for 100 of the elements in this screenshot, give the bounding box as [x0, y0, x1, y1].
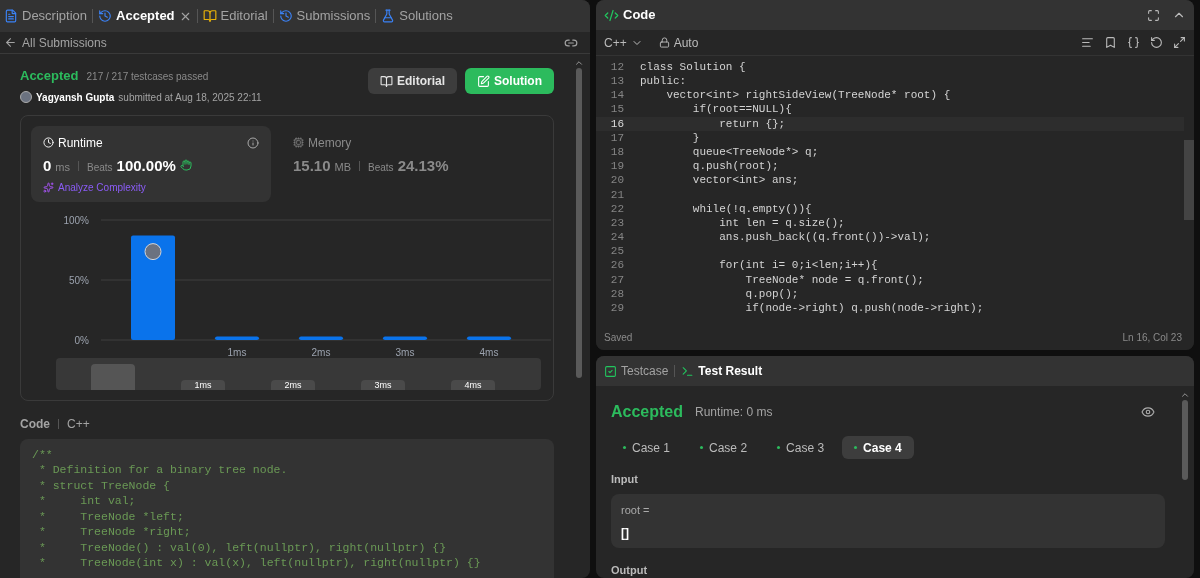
code-line: } — [691, 130, 700, 146]
fullscreen-icon[interactable] — [1147, 8, 1160, 22]
code-line: * TreeNode(int x) : val(x), left(nullptr), right(nullptr) {} — [37, 555, 481, 571]
axis-tick-label: 2ms — [311, 346, 331, 358]
beats-value: 100.00% — [116, 155, 176, 176]
range-handle[interactable] — [91, 363, 135, 390]
reset-icon[interactable] — [1150, 36, 1163, 49]
code-line: for(int i= 0;i<len;i++){ — [718, 258, 878, 274]
line-number: 15 — [609, 102, 625, 118]
beats-label: Beats — [368, 160, 394, 175]
mode-label: Auto — [673, 34, 699, 52]
axis-tick-label: 1ms — [227, 346, 247, 358]
line-number: 26 — [609, 258, 625, 274]
chip-icon — [293, 137, 304, 148]
author-name[interactable]: Yagyansh Gupta — [36, 89, 115, 105]
history-icon — [98, 9, 113, 23]
axis-tick-label: 0% — [74, 334, 89, 346]
avatar-circle — [144, 242, 162, 260]
line-number: 13 — [609, 74, 625, 90]
info-icon[interactable] — [247, 136, 259, 149]
case-tab[interactable]: Case 1 — [611, 436, 683, 459]
scroll-up-icon[interactable] — [574, 58, 584, 68]
input-name: root = — [621, 502, 651, 518]
code-line: * int val; — [37, 493, 136, 509]
line-number: 25 — [609, 244, 625, 260]
minimap-label: 4ms — [451, 379, 495, 390]
chart-range-slider[interactable]: 1ms 2ms 3ms 4ms — [56, 357, 541, 390]
line-number: 16 — [609, 116, 625, 132]
stat-card[interactable]: Memory 15.10 MB Beats 24.13% — [281, 125, 521, 202]
code-line: * TreeNode *right; — [37, 524, 191, 540]
lock-icon — [658, 37, 670, 48]
hand-icon — [179, 158, 192, 171]
book-icon — [202, 9, 217, 23]
back-link[interactable]: All Submissions — [22, 33, 107, 52]
line-number: 24 — [609, 230, 625, 246]
chart-bar[interactable] — [299, 335, 343, 340]
code-line: int len = q.size(); — [718, 215, 845, 231]
chart-bar[interactable] — [467, 335, 511, 340]
language-label: C++ — [67, 415, 90, 433]
result-status: Accepted — [611, 402, 684, 422]
output-label: Output — [611, 562, 649, 578]
clock-icon — [43, 137, 54, 148]
code-icon — [604, 7, 619, 23]
expand-icon[interactable] — [1173, 36, 1186, 49]
editorial-button[interactable]: Editorial — [368, 68, 457, 94]
document-icon — [4, 9, 18, 23]
panel-title: Code — [623, 6, 656, 25]
axis-tick-label: 3ms — [395, 346, 415, 358]
tab[interactable]: Test Result — [698, 362, 763, 380]
line-number: 17 — [609, 130, 625, 146]
history-icon — [278, 9, 293, 23]
line-number: 21 — [609, 187, 625, 203]
scroll-up-icon[interactable] — [1180, 390, 1190, 400]
code-line: queue<TreeNode*> q; — [691, 144, 819, 160]
line-number: 12 — [609, 60, 625, 75]
case-tab[interactable]: Case 4 — [842, 436, 914, 459]
case-tab[interactable]: Case 3 — [765, 436, 837, 459]
code-title: Code — [20, 415, 50, 433]
flask-icon — [381, 9, 396, 23]
axis-tick-label: 100% — [63, 214, 89, 226]
line-number: 20 — [609, 173, 625, 189]
cursor-position: Ln 16, Col 23 — [1122, 330, 1182, 345]
code-line: /** — [32, 446, 53, 462]
chart-bar[interactable] — [383, 335, 427, 340]
checkbox-icon — [604, 364, 617, 378]
code-line: if(root==NULL){ — [691, 102, 792, 118]
code-line: * TreeNode() : val(0), left(nullptr), right(nullptr) {} — [37, 539, 447, 555]
tab[interactable]: Editorial — [220, 6, 268, 26]
case-tab[interactable]: Case 2 — [688, 436, 760, 459]
chart-bar[interactable] — [215, 335, 259, 340]
back-arrow-icon[interactable] — [4, 36, 17, 49]
status-text: Accepted — [20, 67, 79, 85]
stat-card[interactable]: Runtime 0 ms Beats 100.00% Analyze Complexity — [31, 125, 271, 202]
code-line: * TreeNode *left; — [37, 508, 184, 524]
tab[interactable]: Accepted — [116, 6, 175, 26]
tab[interactable]: Testcase — [621, 362, 669, 380]
tab[interactable]: Submissions — [296, 6, 371, 26]
line-number: 22 — [609, 201, 625, 217]
bookmark-icon[interactable] — [1104, 36, 1117, 49]
code-line: public: — [640, 74, 687, 90]
line-number: 23 — [609, 215, 625, 231]
stat-value: 15.10 — [293, 155, 331, 176]
line-number: 28 — [609, 286, 625, 302]
braces-icon[interactable] — [1127, 36, 1140, 49]
format-icon[interactable] — [1081, 36, 1094, 49]
code-line: * struct TreeNode { — [37, 477, 171, 493]
code-line: vector<int> ans; — [691, 173, 799, 189]
language-dropdown[interactable]: C++ — [604, 33, 643, 52]
code-line: q.push(root); — [691, 159, 779, 175]
stat-value: 0 — [43, 155, 52, 176]
eye-icon[interactable] — [1141, 405, 1155, 419]
save-status: Saved — [604, 330, 633, 345]
minimap-label: 2ms — [271, 379, 315, 390]
stat-title: Memory — [308, 134, 352, 152]
tab[interactable]: Solutions — [399, 6, 453, 26]
code-line: return {}; — [718, 116, 786, 132]
testcases-text: 217 / 217 testcases passed — [86, 70, 209, 84]
tab[interactable]: Description — [22, 6, 88, 26]
line-number: 14 — [609, 88, 625, 104]
code-line: q.pop(); — [744, 286, 799, 302]
